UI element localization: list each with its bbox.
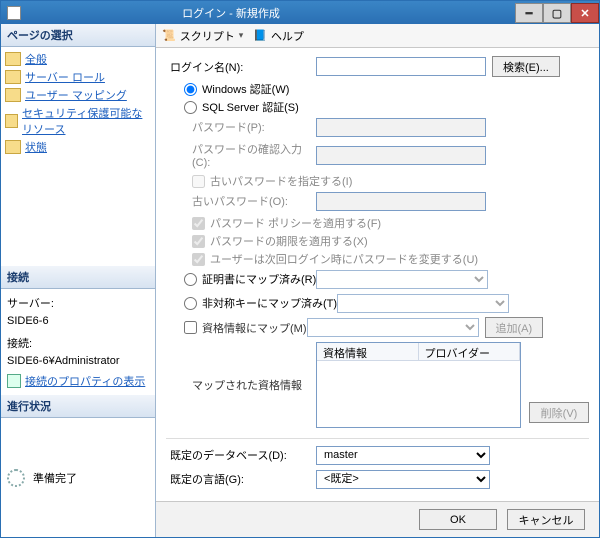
page-icon bbox=[5, 114, 18, 128]
page-securables[interactable]: セキュリティ保護可能なリソース bbox=[3, 104, 153, 138]
page-server-roles[interactable]: サーバー ロール bbox=[3, 68, 153, 86]
default-lang-select[interactable]: <既定> bbox=[316, 470, 490, 489]
pages-list: 全般 サーバー ロール ユーザー マッピング セキュリティ保護可能なリソース 状… bbox=[1, 47, 155, 159]
connection-panel: サーバー: SIDE6-6 接続: SIDE6-6¥Administrator … bbox=[1, 289, 155, 395]
titlebar[interactable]: ログイン - 新規作成 ━ ▢ ✕ bbox=[1, 1, 599, 24]
props-icon bbox=[7, 374, 21, 388]
conn-label: 接続: bbox=[7, 335, 149, 351]
server-label: サーバー: bbox=[7, 295, 149, 311]
default-db-label: 既定のデータベース(D): bbox=[166, 447, 316, 463]
old-password-input bbox=[316, 192, 486, 211]
chk-map-credential[interactable]: 資格情報にマップ(M) bbox=[166, 320, 307, 336]
ok-button[interactable]: OK bbox=[419, 509, 497, 530]
radio-sql-auth[interactable]: SQL Server 認証(S) bbox=[166, 99, 589, 115]
window-title: ログイン - 新規作成 bbox=[27, 5, 515, 21]
chk-specify-old-pw: 古いパスワードを指定する(I) bbox=[166, 173, 589, 189]
toolbar: 📜スクリプト▾ 📘ヘルプ bbox=[156, 24, 599, 48]
page-icon bbox=[5, 88, 21, 102]
credentials-grid-header: 資格情報 プロバイダー bbox=[317, 343, 520, 361]
body: ページの選択 全般 サーバー ロール ユーザー マッピング セキュリティ保護可能… bbox=[1, 24, 599, 537]
password-confirm-input bbox=[316, 146, 486, 165]
progress-header: 進行状況 bbox=[1, 395, 155, 418]
script-menu[interactable]: 📜スクリプト▾ bbox=[162, 28, 243, 44]
script-icon: 📜 bbox=[162, 29, 176, 42]
page-status[interactable]: 状態 bbox=[3, 138, 153, 156]
cancel-button[interactable]: キャンセル bbox=[507, 509, 585, 530]
radio-windows-auth[interactable]: Windows 認証(W) bbox=[166, 81, 589, 97]
password-label: パスワード(P): bbox=[166, 119, 316, 135]
old-password-label: 古いパスワード(O): bbox=[166, 193, 316, 209]
remove-credential-button: 削除(V) bbox=[529, 402, 589, 423]
page-icon bbox=[5, 140, 21, 154]
add-credential-button: 追加(A) bbox=[485, 317, 544, 338]
help-icon: 📘 bbox=[253, 29, 267, 42]
cert-select bbox=[316, 270, 488, 289]
password-confirm-label: パスワードの確認入力(C): bbox=[166, 141, 316, 169]
maximize-button[interactable]: ▢ bbox=[543, 3, 571, 23]
window-buttons: ━ ▢ ✕ bbox=[515, 2, 599, 23]
right-panel: 📜スクリプト▾ 📘ヘルプ ログイン名(N): 検索(E)... Windows … bbox=[156, 24, 599, 537]
default-db-select[interactable]: master bbox=[316, 446, 490, 465]
conn-value: SIDE6-6¥Administrator bbox=[7, 355, 149, 367]
pages-header: ページの選択 bbox=[1, 24, 155, 47]
view-conn-props[interactable]: 接続のプロパティの表示 bbox=[7, 373, 149, 389]
app-icon bbox=[7, 6, 21, 20]
progress-text: 準備完了 bbox=[33, 470, 77, 486]
progress-spinner-icon bbox=[7, 469, 25, 487]
chk-must-change: ユーザーは次回ログイン時にパスワードを変更する(U) bbox=[166, 251, 589, 267]
server-value: SIDE6-6 bbox=[7, 315, 149, 327]
chevron-down-icon: ▾ bbox=[239, 30, 244, 41]
credential-select bbox=[307, 318, 479, 337]
login-name-input[interactable] bbox=[316, 57, 486, 76]
asym-select bbox=[337, 294, 509, 313]
form-content: ログイン名(N): 検索(E)... Windows 認証(W) SQL Ser… bbox=[156, 48, 599, 501]
connection-header: 接続 bbox=[1, 266, 155, 289]
left-panel: ページの選択 全般 サーバー ロール ユーザー マッピング セキュリティ保護可能… bbox=[1, 24, 156, 537]
col-credential: 資格情報 bbox=[317, 343, 419, 360]
password-input bbox=[316, 118, 486, 137]
close-button[interactable]: ✕ bbox=[571, 3, 599, 23]
progress-panel: 準備完了 bbox=[1, 418, 155, 537]
default-lang-label: 既定の言語(G): bbox=[166, 471, 316, 487]
credentials-grid[interactable]: 資格情報 プロバイダー bbox=[316, 342, 521, 428]
dialog-footer: OK キャンセル bbox=[156, 501, 599, 537]
login-new-window: ログイン - 新規作成 ━ ▢ ✕ ページの選択 全般 サーバー ロール ユーザ… bbox=[0, 0, 600, 538]
minimize-button[interactable]: ━ bbox=[515, 3, 543, 23]
page-user-mapping[interactable]: ユーザー マッピング bbox=[3, 86, 153, 104]
mapped-credentials-label: マップされた資格情報 bbox=[166, 377, 316, 393]
page-general[interactable]: 全般 bbox=[3, 50, 153, 68]
col-provider: プロバイダー bbox=[419, 343, 521, 360]
login-name-label: ログイン名(N): bbox=[166, 59, 316, 75]
page-icon bbox=[5, 70, 21, 84]
separator bbox=[166, 438, 589, 439]
page-icon bbox=[5, 52, 21, 66]
chk-enforce-expiration: パスワードの期限を適用する(X) bbox=[166, 233, 589, 249]
chk-enforce-policy: パスワード ポリシーを適用する(F) bbox=[166, 215, 589, 231]
search-button[interactable]: 検索(E)... bbox=[492, 56, 560, 77]
radio-mapped-asym[interactable]: 非対称キーにマップ済み(T) bbox=[166, 295, 337, 311]
radio-mapped-cert[interactable]: 証明書にマップ済み(R) bbox=[166, 271, 316, 287]
help-button[interactable]: 📘ヘルプ bbox=[253, 28, 304, 44]
